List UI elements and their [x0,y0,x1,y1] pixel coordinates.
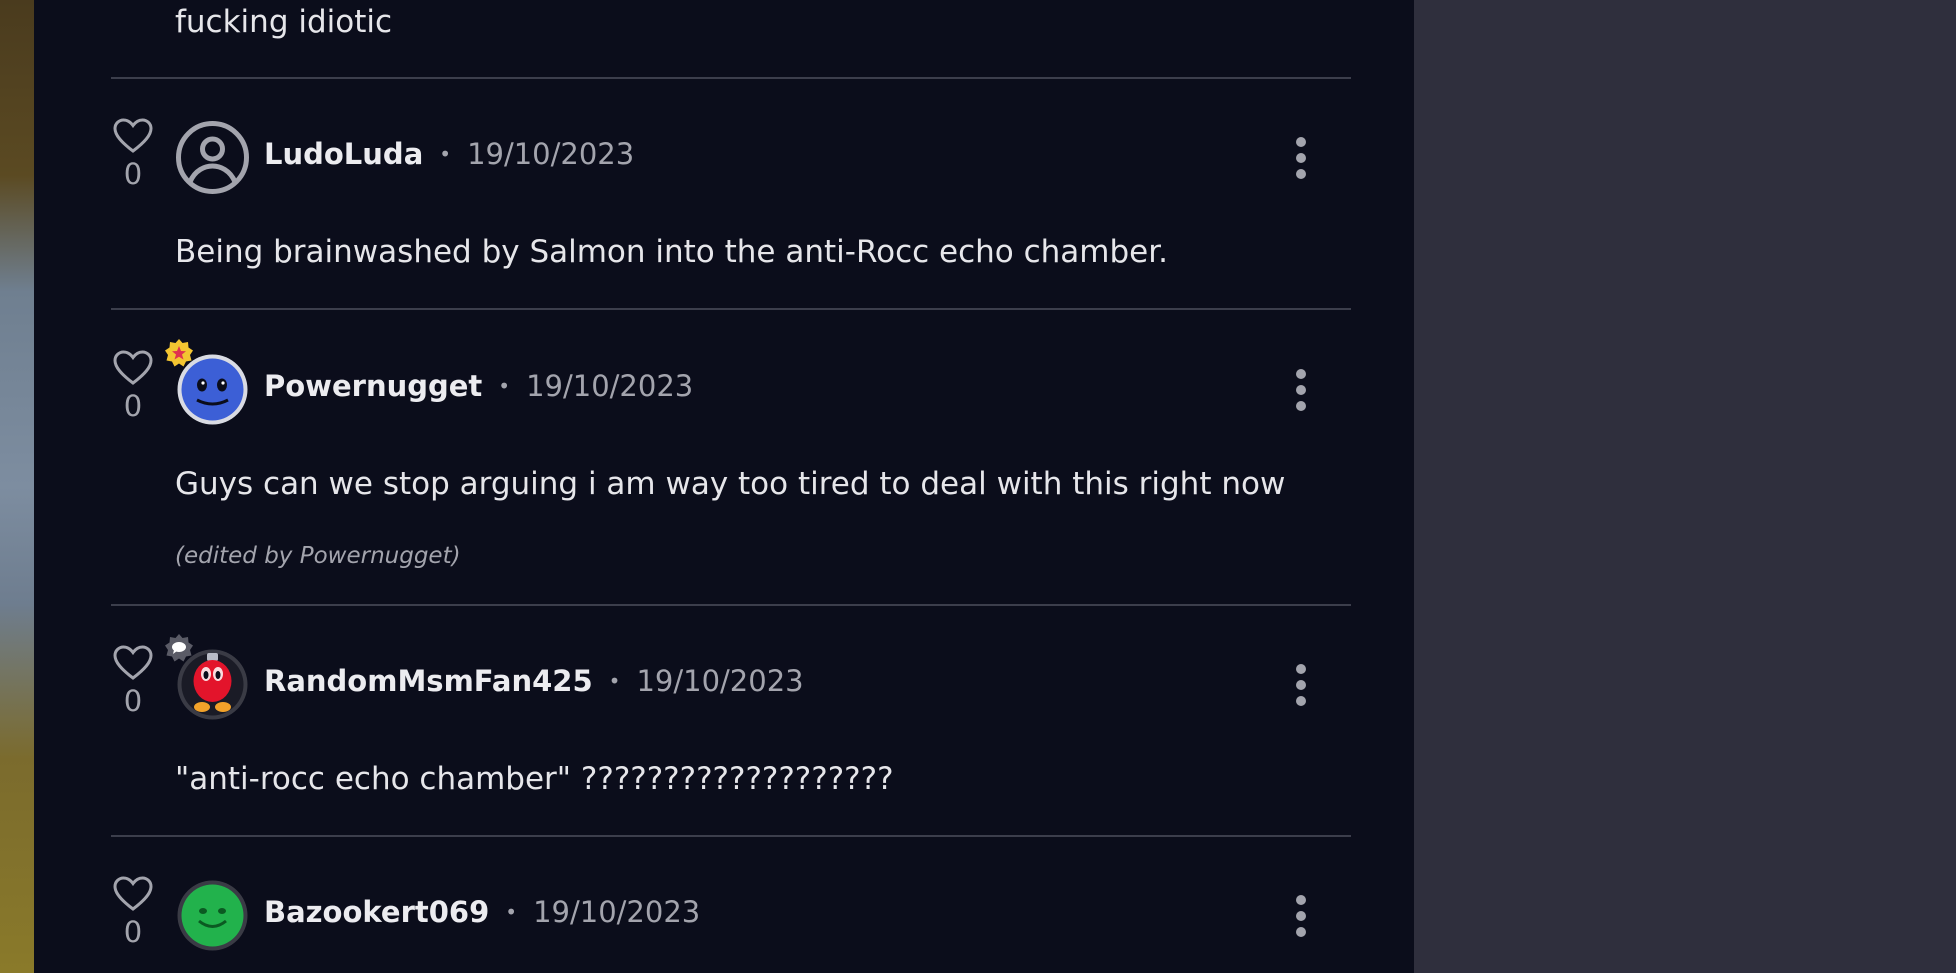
username[interactable]: LudoLuda [264,137,423,171]
comment-text: Being brainwashed by Salmon into the ant… [175,234,1168,270]
more-options-icon[interactable] [1289,136,1313,180]
green-face-avatar[interactable] [175,878,250,953]
more-options-icon[interactable] [1289,663,1313,707]
heart-icon[interactable] [113,876,153,912]
comment-divider [111,77,1351,79]
comment-date: 19/10/2023 [636,664,804,698]
comment-header: Bazookert069 • 19/10/2023 [264,895,700,929]
chat-badge-icon [165,634,193,662]
comment-date: 19/10/2023 [467,137,635,171]
separator-dot: • [498,374,511,398]
username[interactable]: Bazookert069 [264,895,489,929]
comment-divider [111,308,1351,310]
background-artwork [0,0,34,973]
previous-comment-text: fucking idiotic [175,4,393,40]
like-control: 0 [111,876,155,948]
heart-icon[interactable] [113,645,153,681]
username[interactable]: Powernugget [264,369,482,403]
heart-icon[interactable] [113,118,153,154]
more-options-icon[interactable] [1289,368,1313,412]
comment-text: "anti-rocc echo chamber" ???????????????… [175,761,894,797]
heart-icon[interactable] [113,350,153,386]
comment-date: 19/10/2023 [526,369,694,403]
separator-dot: • [608,669,621,693]
separator-dot: • [505,900,518,924]
comment-divider [111,604,1351,606]
like-control: 0 [111,118,155,190]
comment-divider [111,835,1351,837]
comment-header: RandomMsmFan425 • 19/10/2023 [264,664,804,698]
like-count: 0 [123,684,143,718]
comment-header: LudoLuda • 19/10/2023 [264,137,634,171]
comment-text: Guys can we stop arguing i am way too ti… [175,466,1286,502]
like-control: 0 [111,350,155,422]
comment-feed: fucking idiotic 0 LudoLuda • 19/10/2023 … [34,0,1414,973]
edited-note: (edited by Powernugget) [175,543,461,569]
comment-date: 19/10/2023 [533,895,701,929]
comment-header: Powernugget • 19/10/2023 [264,369,693,403]
like-count: 0 [123,157,143,191]
separator-dot: • [439,142,452,166]
like-count: 0 [123,915,143,949]
right-empty-pane [1414,0,1956,973]
star-badge-icon [165,339,193,367]
username[interactable]: RandomMsmFan425 [264,664,593,698]
default-user-icon[interactable] [175,120,250,195]
like-control: 0 [111,645,155,717]
more-options-icon[interactable] [1289,894,1313,938]
like-count: 0 [123,389,143,423]
